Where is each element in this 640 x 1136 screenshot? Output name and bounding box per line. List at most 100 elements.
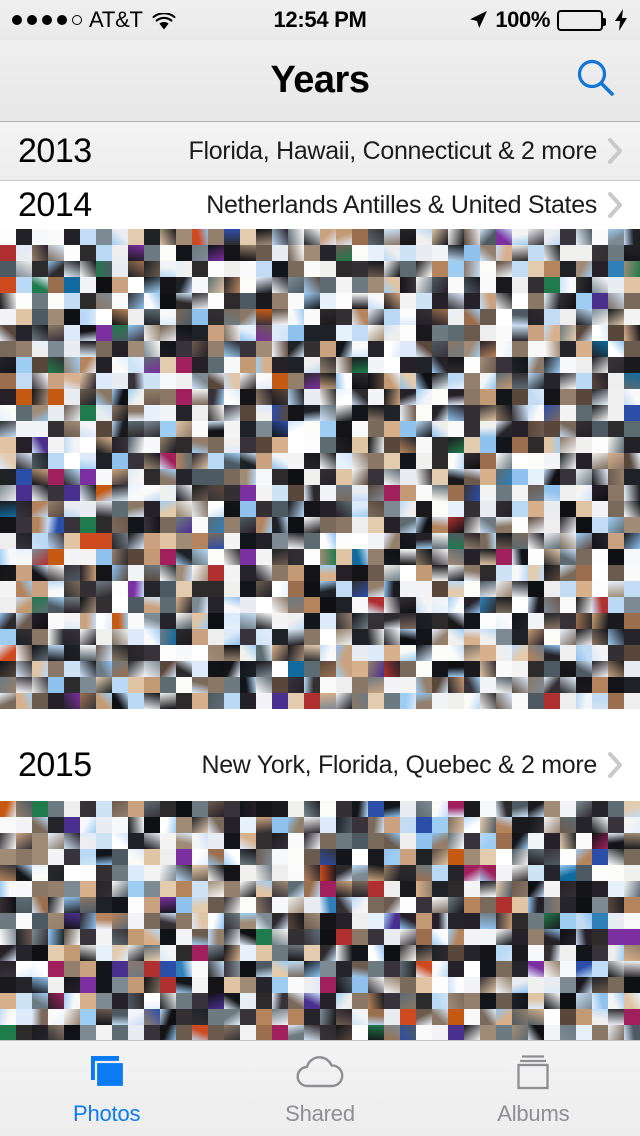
photo-thumbnail[interactable] xyxy=(208,645,224,661)
photo-thumbnail[interactable] xyxy=(16,389,32,405)
photo-thumbnail[interactable] xyxy=(240,613,256,629)
photo-thumbnail[interactable] xyxy=(176,405,192,421)
photo-thumbnail[interactable] xyxy=(224,453,240,469)
photo-thumbnail[interactable] xyxy=(624,277,640,293)
photo-thumbnail[interactable] xyxy=(336,581,352,597)
photo-thumbnail[interactable] xyxy=(608,405,624,421)
photo-thumbnail[interactable] xyxy=(560,881,576,897)
photo-thumbnail[interactable] xyxy=(480,517,496,533)
photo-thumbnail[interactable] xyxy=(496,817,512,833)
photo-thumbnail[interactable] xyxy=(176,977,192,993)
photo-thumbnail[interactable] xyxy=(480,533,496,549)
photo-thumbnail[interactable] xyxy=(240,373,256,389)
photo-thumbnail[interactable] xyxy=(176,421,192,437)
photo-thumbnail[interactable] xyxy=(592,961,608,977)
photo-thumbnail[interactable] xyxy=(144,993,160,1009)
photo-thumbnail[interactable] xyxy=(48,389,64,405)
photo-thumbnail[interactable] xyxy=(384,501,400,517)
photo-thumbnail[interactable] xyxy=(352,817,368,833)
photo-thumbnail[interactable] xyxy=(144,405,160,421)
photo-thumbnail[interactable] xyxy=(416,945,432,961)
photo-thumbnail[interactable] xyxy=(544,485,560,501)
photo-thumbnail[interactable] xyxy=(208,897,224,913)
photo-thumbnail[interactable] xyxy=(64,325,80,341)
photo-thumbnail[interactable] xyxy=(64,833,80,849)
photo-thumbnail[interactable] xyxy=(544,677,560,693)
photo-thumbnail[interactable] xyxy=(336,629,352,645)
photo-thumbnail[interactable] xyxy=(176,469,192,485)
photo-thumbnail[interactable] xyxy=(192,977,208,993)
photo-thumbnail[interactable] xyxy=(544,357,560,373)
photo-thumbnail[interactable] xyxy=(448,801,464,817)
photo-thumbnail[interactable] xyxy=(400,341,416,357)
photo-thumbnail[interactable] xyxy=(272,229,288,245)
photo-thumbnail[interactable] xyxy=(208,865,224,881)
photo-thumbnail[interactable] xyxy=(400,245,416,261)
photo-thumbnail[interactable] xyxy=(432,389,448,405)
photo-thumbnail[interactable] xyxy=(80,341,96,357)
photo-thumbnail[interactable] xyxy=(64,581,80,597)
photo-thumbnail[interactable] xyxy=(256,881,272,897)
photo-thumbnail[interactable] xyxy=(224,677,240,693)
photo-thumbnail[interactable] xyxy=(576,1009,592,1025)
photo-thumbnail[interactable] xyxy=(496,373,512,389)
photo-thumbnail[interactable] xyxy=(496,357,512,373)
photo-thumbnail[interactable] xyxy=(464,293,480,309)
photo-thumbnail[interactable] xyxy=(496,437,512,453)
photo-thumbnail[interactable] xyxy=(0,261,16,277)
photo-thumbnail[interactable] xyxy=(240,993,256,1009)
photo-thumbnail[interactable] xyxy=(352,833,368,849)
photo-thumbnail[interactable] xyxy=(48,945,64,961)
photo-thumbnail[interactable] xyxy=(128,865,144,881)
photo-thumbnail[interactable] xyxy=(544,629,560,645)
photo-thumbnail[interactable] xyxy=(512,341,528,357)
photo-thumbnail[interactable] xyxy=(16,1009,32,1025)
photo-thumbnail[interactable] xyxy=(0,389,16,405)
photo-thumbnail[interactable] xyxy=(384,833,400,849)
photo-thumbnail[interactable] xyxy=(528,309,544,325)
photo-thumbnail[interactable] xyxy=(288,277,304,293)
photo-thumbnail[interactable] xyxy=(432,261,448,277)
photo-thumbnail[interactable] xyxy=(288,293,304,309)
photo-thumbnail[interactable] xyxy=(208,1025,224,1040)
photo-thumbnail[interactable] xyxy=(464,325,480,341)
photo-thumbnail[interactable] xyxy=(512,229,528,245)
photo-thumbnail[interactable] xyxy=(0,581,16,597)
photo-thumbnail[interactable] xyxy=(224,309,240,325)
photo-thumbnail[interactable] xyxy=(608,485,624,501)
photo-thumbnail[interactable] xyxy=(304,581,320,597)
photo-thumbnail[interactable] xyxy=(496,961,512,977)
photo-thumbnail[interactable] xyxy=(160,549,176,565)
photo-thumbnail[interactable] xyxy=(512,277,528,293)
photo-thumbnail[interactable] xyxy=(320,929,336,945)
photo-thumbnail[interactable] xyxy=(208,817,224,833)
photo-thumbnail[interactable] xyxy=(80,581,96,597)
photo-thumbnail[interactable] xyxy=(304,469,320,485)
photo-thumbnail[interactable] xyxy=(80,469,96,485)
photo-thumbnail[interactable] xyxy=(368,865,384,881)
photo-thumbnail[interactable] xyxy=(240,533,256,549)
photo-thumbnail[interactable] xyxy=(448,261,464,277)
photo-thumbnail[interactable] xyxy=(608,517,624,533)
photo-thumbnail[interactable] xyxy=(576,897,592,913)
photo-thumbnail[interactable] xyxy=(304,897,320,913)
photo-thumbnail[interactable] xyxy=(32,597,48,613)
photo-thumbnail[interactable] xyxy=(288,501,304,517)
photo-thumbnail[interactable] xyxy=(336,277,352,293)
photo-thumbnail[interactable] xyxy=(512,581,528,597)
photo-thumbnail[interactable] xyxy=(96,453,112,469)
photo-thumbnail[interactable] xyxy=(384,693,400,709)
photo-thumbnail[interactable] xyxy=(32,309,48,325)
photo-thumbnail[interactable] xyxy=(480,865,496,881)
year-row-2013[interactable]: 2013 Florida, Hawaii, Connecticut & 2 mor… xyxy=(0,122,640,180)
photo-thumbnail[interactable] xyxy=(368,309,384,325)
photo-thumbnail[interactable] xyxy=(320,405,336,421)
photo-thumbnail[interactable] xyxy=(48,677,64,693)
photo-thumbnail[interactable] xyxy=(320,677,336,693)
photo-thumbnail[interactable] xyxy=(368,469,384,485)
photo-thumbnail[interactable] xyxy=(608,533,624,549)
photo-thumbnail[interactable] xyxy=(80,373,96,389)
photo-thumbnail[interactable] xyxy=(112,629,128,645)
photo-thumbnail[interactable] xyxy=(592,1025,608,1040)
photo-thumbnail[interactable] xyxy=(560,485,576,501)
